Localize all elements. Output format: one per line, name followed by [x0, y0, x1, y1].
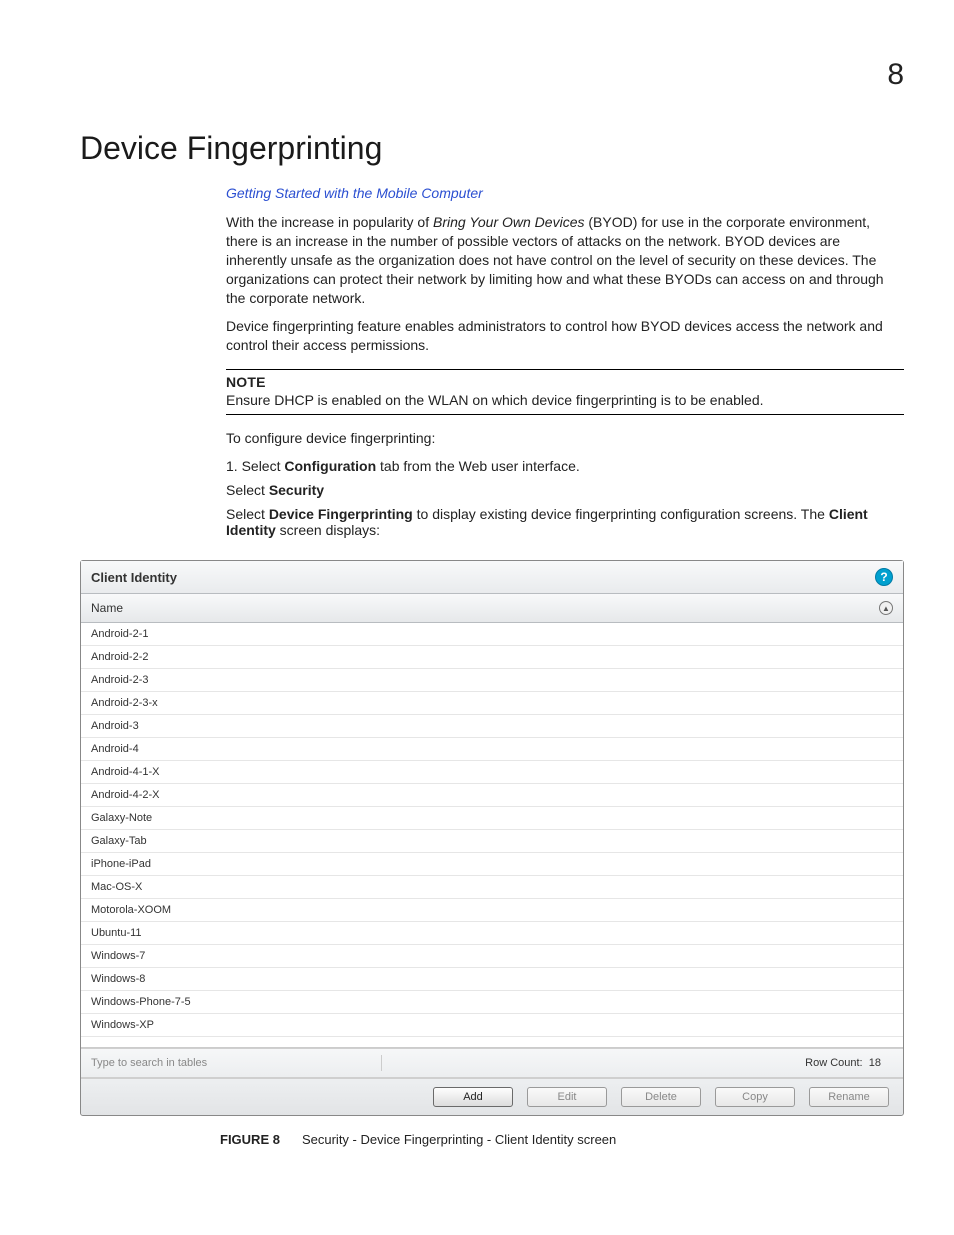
edit-button[interactable]: Edit [527, 1087, 607, 1107]
step-2: Select Security [226, 482, 904, 498]
table-row[interactable]: Motorola-XOOM [81, 899, 903, 922]
intro-para-2: Device fingerprinting feature enables ad… [226, 317, 904, 355]
table-row[interactable]: Android-2-3-x [81, 692, 903, 715]
text-bold: Security [269, 482, 324, 498]
table-row[interactable]: Windows-8 [81, 968, 903, 991]
page-title: Device Fingerprinting [80, 130, 904, 167]
note-label: NOTE [226, 374, 904, 390]
table-row[interactable]: Android-2-2 [81, 646, 903, 669]
chapter-number: 8 [887, 58, 904, 92]
table-row[interactable]: Windows-Phone-7-5 [81, 991, 903, 1014]
configure-lead: To configure device fingerprinting: [226, 429, 904, 448]
delete-button[interactable]: Delete [621, 1087, 701, 1107]
table-row[interactable]: Android-4-1-X [81, 761, 903, 784]
text: Select [226, 506, 269, 522]
text-bold: Configuration [284, 458, 376, 474]
table-row[interactable]: iPhone-iPad [81, 853, 903, 876]
table-row[interactable]: Android-4 [81, 738, 903, 761]
table-row[interactable]: Windows-7 [81, 945, 903, 968]
row-count-value: 18 [869, 1057, 881, 1069]
table-body: Android-2-1 Android-2-2 Android-2-3 Andr… [81, 623, 903, 1048]
text: With the increase in popularity of [226, 214, 433, 230]
table-row[interactable]: Galaxy-Tab [81, 830, 903, 853]
step-1: 1. Select Configuration tab from the Web… [226, 458, 904, 474]
rename-button[interactable]: Rename [809, 1087, 889, 1107]
table-row[interactable]: Mac-OS-X [81, 876, 903, 899]
figure-number: FIGURE 8 [220, 1132, 280, 1147]
figure-caption: FIGURE 8 Security - Device Fingerprinting… [220, 1132, 904, 1147]
text: Select [226, 482, 269, 498]
help-icon[interactable]: ? [875, 568, 893, 586]
text: screen displays: [276, 522, 380, 538]
text: to display existing device fingerprintin… [413, 506, 829, 522]
spacer [81, 1037, 903, 1048]
text-emph: Bring Your Own Devices [433, 214, 584, 230]
note-text: Ensure DHCP is enabled on the WLAN on wh… [226, 392, 904, 408]
note-block: NOTE Ensure DHCP is enabled on the WLAN … [226, 369, 904, 415]
table-row[interactable]: Android-2-3 [81, 669, 903, 692]
step-3: Select Device Fingerprinting to display … [226, 506, 904, 538]
text: tab from the Web user interface. [376, 458, 580, 474]
intro-para-1: With the increase in popularity of Bring… [226, 213, 904, 307]
getting-started-link[interactable]: Getting Started with the Mobile Computer [226, 185, 483, 201]
row-count: Row Count: 18 [805, 1057, 893, 1069]
table-row[interactable]: Android-2-1 [81, 623, 903, 646]
table-row[interactable]: Galaxy-Note [81, 807, 903, 830]
copy-button[interactable]: Copy [715, 1087, 795, 1107]
text-bold: Device Fingerprinting [269, 506, 413, 522]
figure-text: Security - Device Fingerprinting - Clien… [302, 1132, 616, 1147]
table-search-input[interactable]: Type to search in tables [91, 1055, 382, 1071]
table-row[interactable]: Android-3 [81, 715, 903, 738]
column-header-name[interactable]: Name [91, 601, 123, 615]
panel-title: Client Identity [91, 570, 177, 585]
text: 1. Select [226, 458, 284, 474]
client-identity-panel: Client Identity ? Name ▲ Android-2-1 And… [80, 560, 904, 1116]
add-button[interactable]: Add [433, 1087, 513, 1107]
row-count-label: Row Count: [805, 1057, 862, 1069]
table-row[interactable]: Android-4-2-X [81, 784, 903, 807]
button-bar: Add Edit Delete Copy Rename [81, 1078, 903, 1115]
table-row[interactable]: Ubuntu-11 [81, 922, 903, 945]
table-row[interactable]: Windows-XP [81, 1014, 903, 1037]
sort-asc-icon[interactable]: ▲ [879, 601, 893, 615]
